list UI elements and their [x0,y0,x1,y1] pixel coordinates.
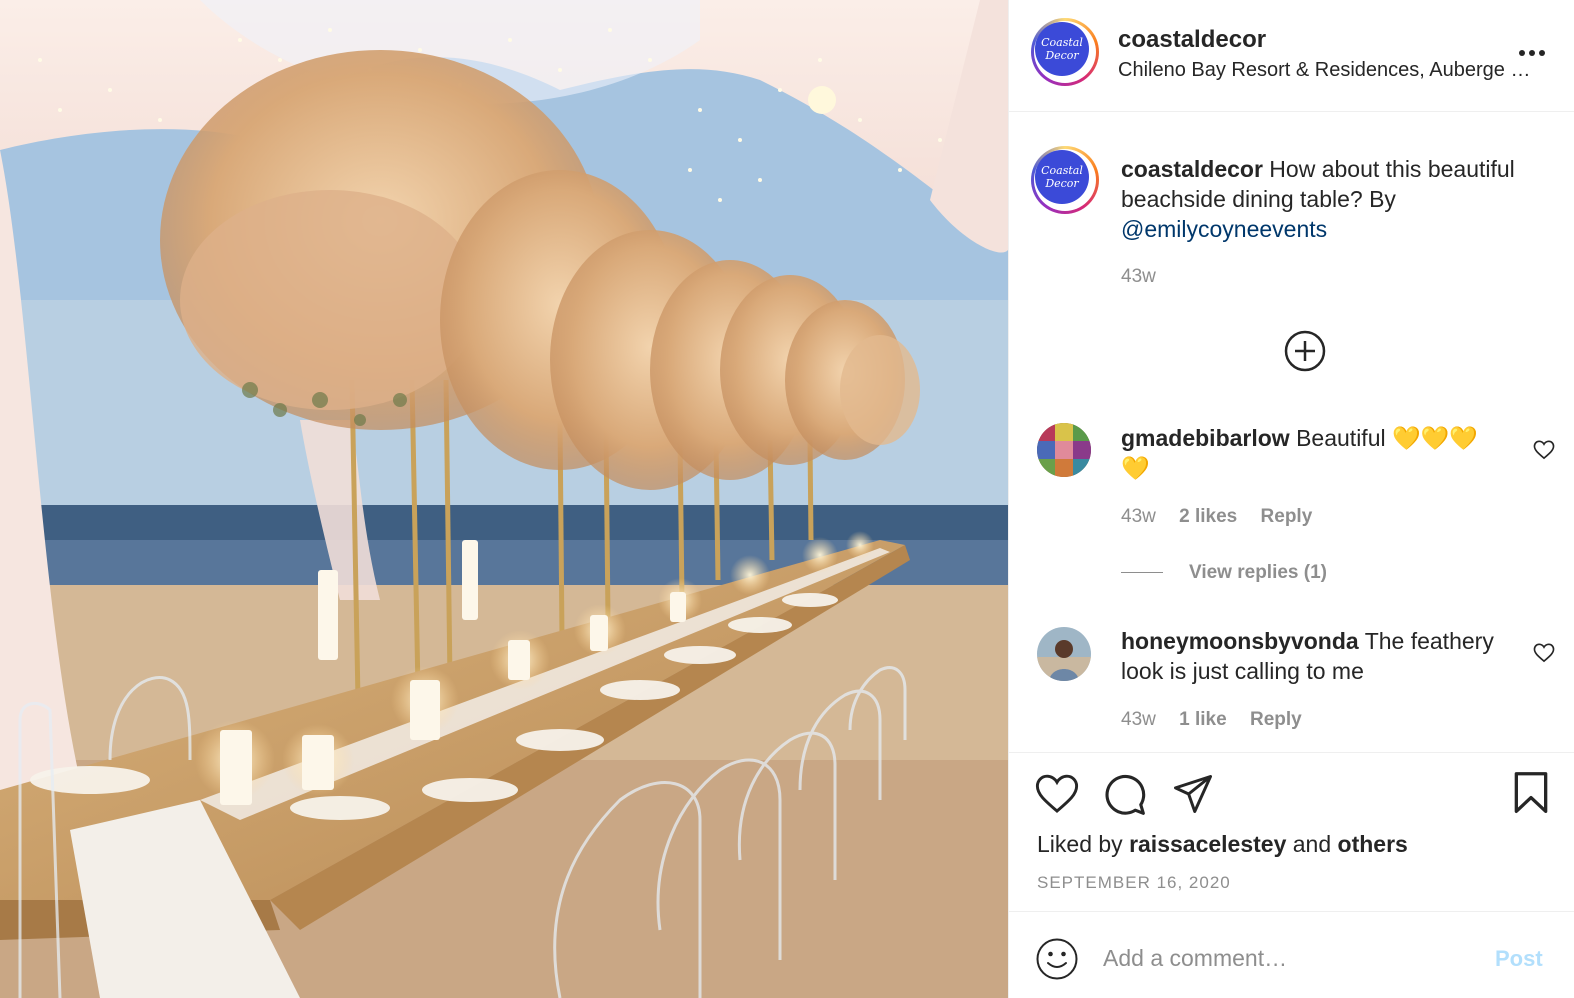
bookmark-icon[interactable] [1511,771,1551,815]
comment-avatar[interactable] [1037,423,1091,477]
view-replies-button[interactable]: View replies (1) [1121,562,1327,584]
post-location[interactable]: Chileno Bay Resort & Residences, Auberge… [1118,59,1542,82]
comment-timestamp[interactable]: 43w [1121,506,1156,527]
more-options-icon[interactable] [1519,44,1551,64]
add-comment-bar: Post [1009,911,1574,998]
comment-likes-count[interactable]: 2 likes [1179,506,1237,527]
liked-by-and: and [1292,831,1332,857]
liked-by-prefix: Liked by [1037,831,1123,857]
smiley-icon[interactable] [1035,937,1079,981]
plus-circle-icon[interactable] [1284,330,1326,372]
liked-by-text: Liked by raissacelestey and others [1037,831,1408,858]
comment-bubble-icon[interactable] [1103,773,1147,817]
comment-body: gmadebibarlow Beautiful 💛💛💛💛 [1121,423,1501,483]
caption-avatar[interactable]: Coastal Decor [1031,146,1099,214]
post-date[interactable]: SEPTEMBER 16, 2020 [1037,873,1231,893]
comment-username[interactable]: honeymoonsbyvonda [1121,628,1359,654]
caption-mention-link[interactable]: @emilycoyneevents [1121,216,1327,242]
comment-like-heart-icon[interactable] [1533,440,1555,460]
caption-avatar-logo: Coastal Decor [1035,150,1089,204]
comment-input[interactable] [1103,940,1473,976]
author-avatar-logo: Coastal Decor [1035,22,1089,76]
comment-reply-button[interactable]: Reply [1261,506,1313,527]
author-avatar[interactable]: Coastal Decor [1031,18,1099,86]
caption-username[interactable]: coastaldecor [1121,156,1263,182]
post-image[interactable] [0,0,1008,998]
caption-timestamp[interactable]: 43w [1121,266,1156,288]
comment-reply-button[interactable]: Reply [1250,709,1302,730]
paper-plane-icon[interactable] [1171,773,1215,815]
post-side-panel: Coastal Decor coastaldecor Chileno Bay R… [1008,0,1574,998]
post-comment-button[interactable]: Post [1495,946,1543,972]
comment-body: honeymoonsbyvonda The feathery look is j… [1121,626,1501,686]
comment-meta: 43w 1 like Reply [1121,709,1320,731]
heart-icon[interactable] [1035,773,1079,815]
comment-meta: 43w 2 likes Reply [1121,506,1330,528]
view-replies-line [1121,572,1163,574]
post-actions: Liked by raissacelestey and others SEPTE… [1009,752,1574,912]
comment-timestamp[interactable]: 43w [1121,709,1156,730]
view-replies-label: View replies (1) [1189,562,1327,583]
comment-like-heart-icon[interactable] [1533,643,1555,663]
post-header: Coastal Decor coastaldecor Chileno Bay R… [1009,0,1574,112]
liked-by-user[interactable]: raissacelestey [1129,831,1286,857]
author-username[interactable]: coastaldecor [1118,26,1266,54]
comment-likes-count[interactable]: 1 like [1179,709,1227,730]
comment-username[interactable]: gmadebibarlow [1121,425,1290,451]
post-image-illustration [0,0,1008,998]
comment-avatar[interactable] [1037,627,1091,681]
liked-by-others[interactable]: others [1338,831,1408,857]
post-caption: coastaldecor How about this beautiful be… [1121,154,1561,244]
